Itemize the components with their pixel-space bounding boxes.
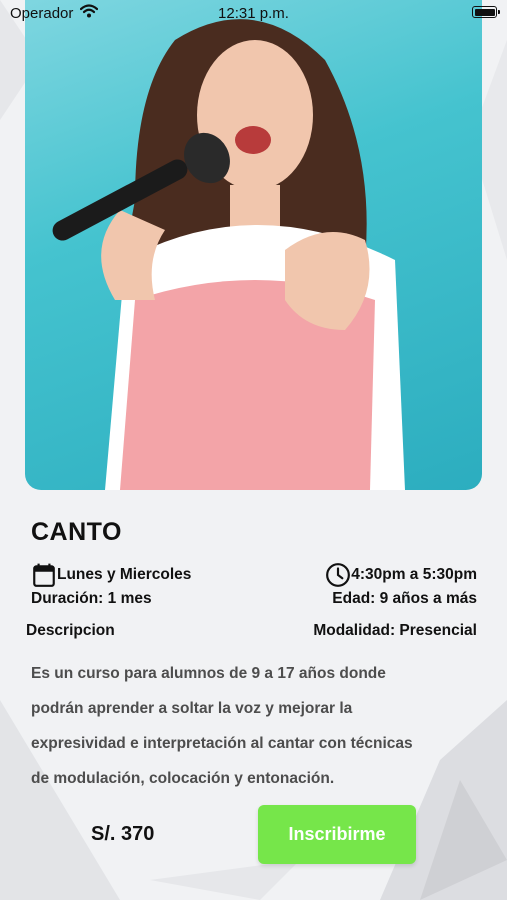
- clock: 12:31 p.m.: [218, 5, 289, 22]
- enroll-button[interactable]: Inscribirme: [258, 805, 416, 864]
- schedule-time: 4:30pm a 5:30pm: [325, 562, 477, 588]
- price-label: S/. 370: [91, 823, 155, 845]
- age-label: Edad: 9 años a más: [332, 590, 477, 607]
- description-line: expresividad e interpretación al cantar …: [31, 735, 413, 752]
- description-heading: Descripcion: [26, 622, 115, 639]
- schedule-days: Lunes y Miercoles: [31, 562, 191, 588]
- clock-icon: [326, 563, 351, 587]
- description-line: Es un curso para alumnos de 9 a 17 años …: [31, 665, 386, 682]
- battery-icon: [472, 6, 500, 18]
- time-label: 4:30pm a 5:30pm: [351, 566, 477, 583]
- calendar-icon: [33, 563, 55, 587]
- status-bar: Operador 12:31 p.m.: [0, 0, 507, 28]
- course-description: Es un curso para alumnos de 9 a 17 años …: [31, 656, 481, 796]
- description-line: podrán aprender a soltar la voz y mejora…: [31, 700, 353, 717]
- duration-label: Duración: 1 mes: [31, 590, 152, 607]
- modality-label: Modalidad: Presencial: [313, 622, 477, 639]
- course-title: CANTO: [31, 518, 122, 546]
- days-label: Lunes y Miercoles: [57, 566, 192, 583]
- description-line: de modulación, colocación y entonación.: [31, 770, 335, 787]
